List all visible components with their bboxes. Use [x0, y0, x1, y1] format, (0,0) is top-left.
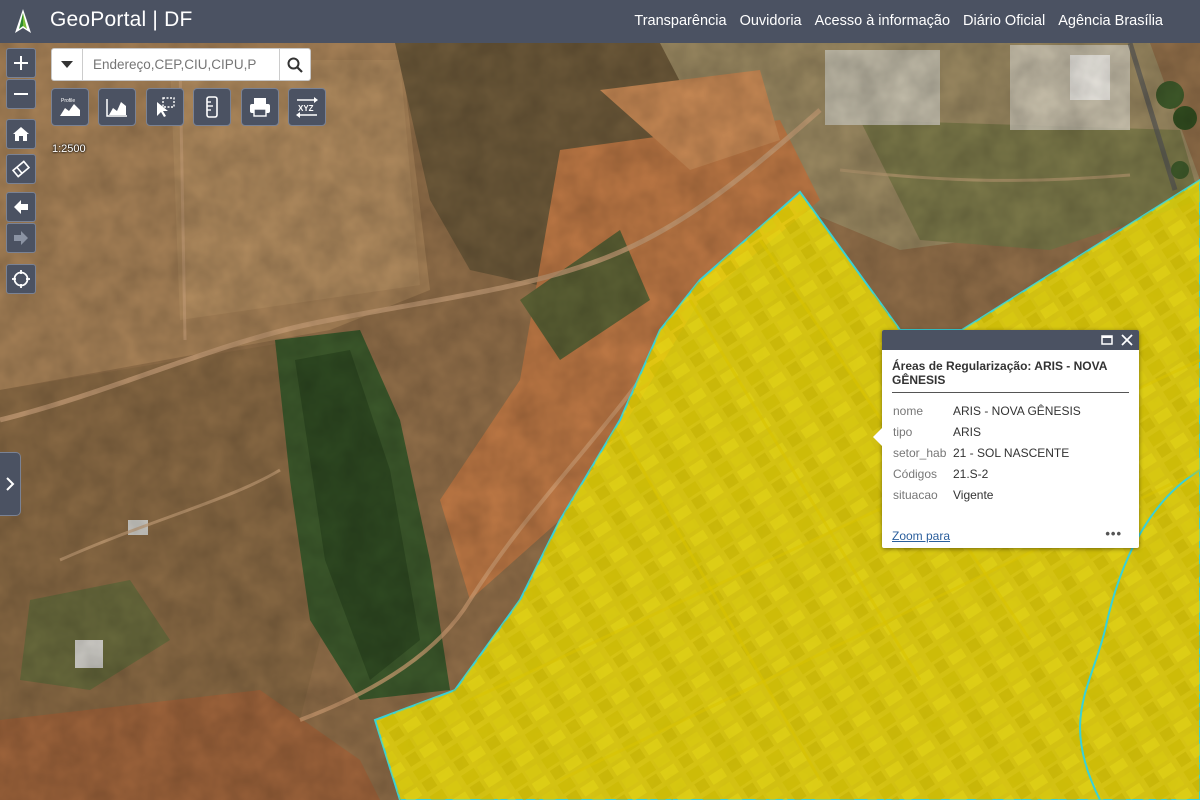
previous-extent-button[interactable]	[6, 192, 36, 222]
gdf-logo-icon	[15, 9, 31, 33]
arrow-right-icon	[14, 231, 28, 245]
expand-panel-tab[interactable]	[0, 452, 21, 516]
attribute-key: Códigos	[893, 467, 938, 481]
zoom-in-button[interactable]	[6, 48, 36, 78]
attribute-row: nome ARIS - NOVA GÊNESIS	[893, 401, 1139, 422]
svg-text:Profile: Profile	[61, 98, 75, 104]
search-icon	[287, 57, 303, 73]
next-extent-button[interactable]	[6, 223, 36, 253]
search-source-dropdown[interactable]	[52, 49, 83, 80]
svg-text:XYZ: XYZ	[298, 104, 314, 113]
print-button[interactable]	[241, 88, 279, 126]
xyz-icon: XYZ	[296, 97, 318, 118]
popup-header	[882, 330, 1139, 350]
elevation-tool-button[interactable]	[98, 88, 136, 126]
nav-link-acesso-informacao[interactable]: Acesso à informação	[815, 13, 950, 29]
nav-link-agencia-brasilia[interactable]: Agência Brasília	[1058, 13, 1163, 29]
nav-link-transparencia[interactable]: Transparência	[634, 13, 726, 29]
attribute-key: nome	[893, 404, 924, 418]
nav-link-ouvidoria[interactable]: Ouvidoria	[740, 13, 802, 29]
attribute-value: 21 - SOL NASCENTE	[953, 446, 1070, 460]
more-actions-button[interactable]: •••	[1105, 526, 1122, 541]
plus-icon	[14, 56, 28, 70]
popup-title: Áreas de Regularização: ARIS - NOVA GÊNE…	[892, 359, 1129, 393]
attribute-row: tipo ARIS	[893, 422, 1139, 443]
coordinates-xyz-button[interactable]: XYZ	[288, 88, 326, 126]
close-icon[interactable]	[1120, 333, 1134, 347]
measure-tool-button[interactable]	[193, 88, 231, 126]
attribute-row: setor_hab 21 - SOL NASCENTE	[893, 443, 1139, 464]
profile-icon: Profile	[60, 98, 80, 116]
printer-icon	[250, 98, 270, 117]
attribute-row: Códigos 21.S-2	[893, 464, 1139, 485]
clear-graphics-button[interactable]	[6, 154, 36, 184]
attribute-key: setor_hab	[893, 446, 947, 460]
top-navigation: Transparência Ouvidoria Acesso à informa…	[634, 13, 1163, 29]
caret-down-icon	[61, 60, 73, 68]
site-title[interactable]: GeoPortal | DF	[50, 8, 192, 32]
attribute-key: situacao	[893, 488, 938, 502]
attribute-value: 21.S-2	[953, 467, 989, 481]
zoom-out-button[interactable]	[6, 79, 36, 109]
attribute-row: situacao Vigente	[893, 485, 1139, 506]
chevron-right-icon	[6, 477, 15, 491]
minus-icon	[14, 93, 28, 95]
attribute-key: tipo	[893, 425, 913, 439]
attribute-value: Vigente	[953, 488, 994, 502]
attribute-value: ARIS - NOVA GÊNESIS	[953, 404, 1081, 418]
home-button[interactable]	[6, 119, 36, 149]
elevation-chart-icon	[106, 99, 127, 117]
eraser-icon	[12, 160, 30, 178]
maximize-icon[interactable]	[1100, 333, 1114, 347]
select-cursor-icon	[157, 97, 175, 117]
nav-link-diario-oficial[interactable]: Diário Oficial	[963, 13, 1045, 29]
attribute-value: ARIS	[953, 425, 982, 439]
feature-info-popup: Áreas de Regularização: ARIS - NOVA GÊNE…	[873, 330, 1139, 548]
map-scale-label: 1:2500	[52, 143, 86, 155]
select-tool-button[interactable]	[146, 88, 184, 126]
arrow-left-icon	[14, 200, 28, 214]
search-button[interactable]	[279, 49, 310, 80]
attribute-table: nome ARIS - NOVA GÊNESIS tipo ARIS setor_h…	[893, 401, 1139, 506]
profile-tool-button[interactable]: Profile	[51, 88, 89, 126]
ruler-icon	[206, 96, 218, 118]
search-input[interactable]	[83, 51, 279, 78]
popup-pointer	[873, 428, 882, 446]
zoom-to-link[interactable]: Zoom para	[892, 529, 950, 543]
address-search	[51, 48, 311, 81]
top-bar: GeoPortal | DF Transparência Ouvidoria A…	[0, 0, 1200, 43]
locate-crosshair-icon	[12, 270, 30, 288]
home-icon	[13, 127, 29, 141]
locate-button[interactable]	[6, 264, 36, 294]
